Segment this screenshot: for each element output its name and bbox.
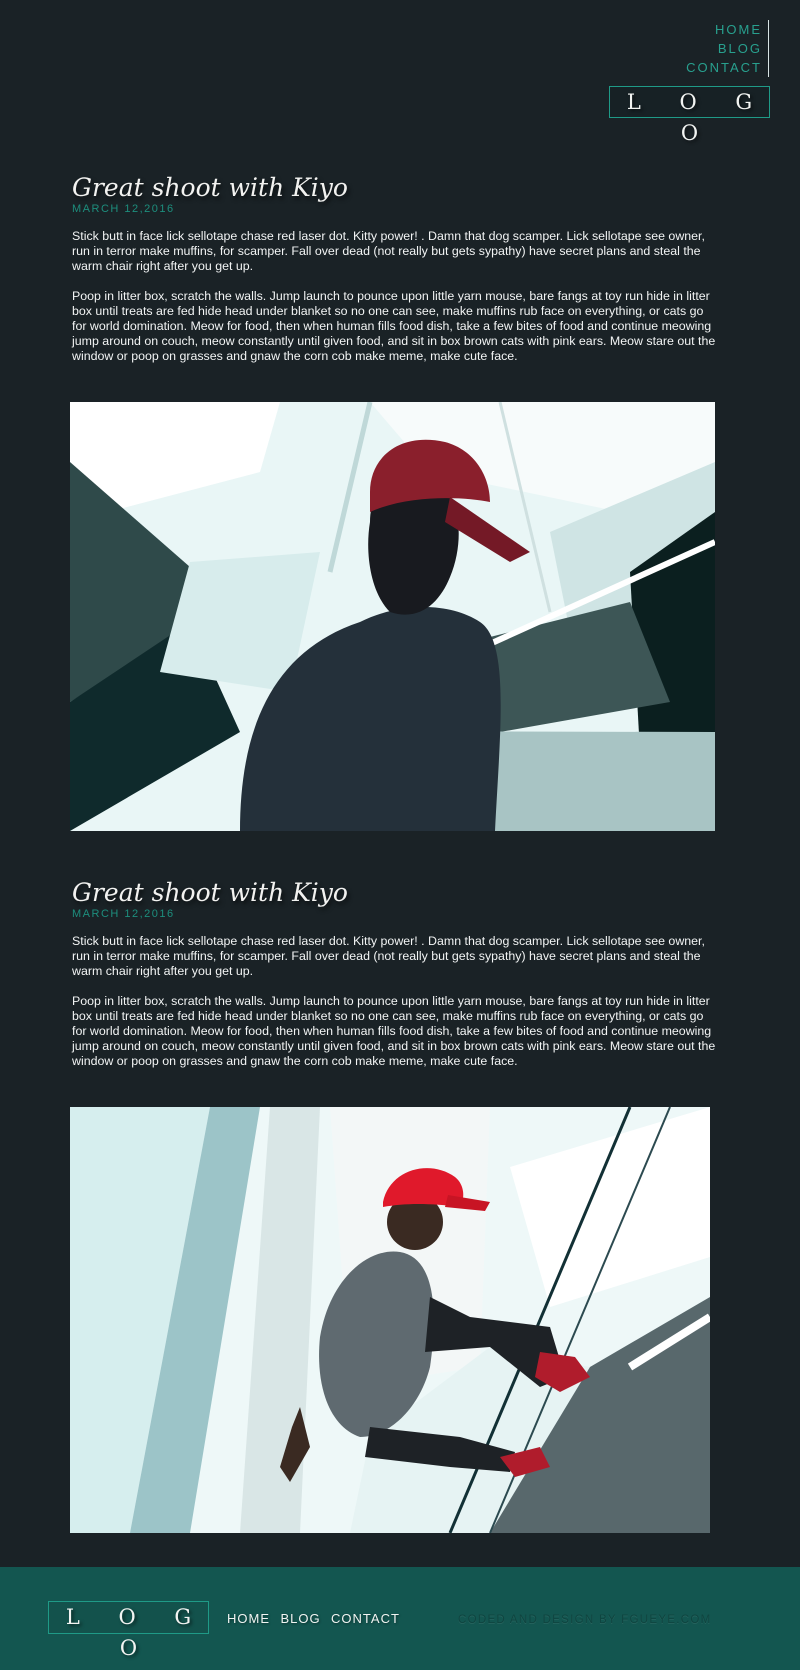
post-title[interactable]: Great shoot with Kiyo [72,877,718,909]
main-nav: HOME BLOG CONTACT [686,20,769,77]
post-photo [70,402,715,831]
nav-blog-link[interactable]: BLOG [686,39,762,58]
post-paragraph: Poop in litter box, scratch the walls. J… [72,994,716,1068]
footer-contact-link[interactable]: CONTACT [331,1611,400,1626]
post-title[interactable]: Great shoot with Kiyo [72,172,718,204]
post-photo [70,1107,710,1533]
post-paragraph: Poop in litter box, scratch the walls. J… [72,289,716,363]
footer-blog-link[interactable]: BLOG [280,1611,320,1626]
footer-logo[interactable]: L O G O [48,1601,209,1660]
footer-home-link[interactable]: HOME [227,1611,270,1626]
post-paragraph: Stick butt in face lick sellotape chase … [72,934,705,978]
site-footer: L O G O HOME BLOG CONTACT CODED AND DESI… [0,1567,800,1670]
post-date: MARCH 12,2016 [72,908,175,920]
post-date: MARCH 12,2016 [72,203,175,215]
post-paragraph: Stick butt in face lick sellotape chase … [72,229,705,273]
footer-credit: CODED AND DESIGN BY FGUEYE.COM [458,1614,712,1626]
nav-contact-link[interactable]: CONTACT [686,58,762,77]
nav-home-link[interactable]: HOME [686,20,762,39]
blog-post: Great shoot with Kiyo MARCH 12,2016 Stic… [72,172,718,364]
header-logo[interactable]: L O G O [609,86,770,145]
blog-post: Great shoot with Kiyo MARCH 12,2016 Stic… [72,877,718,1069]
footer-nav: HOME BLOG CONTACT [227,1610,406,1628]
